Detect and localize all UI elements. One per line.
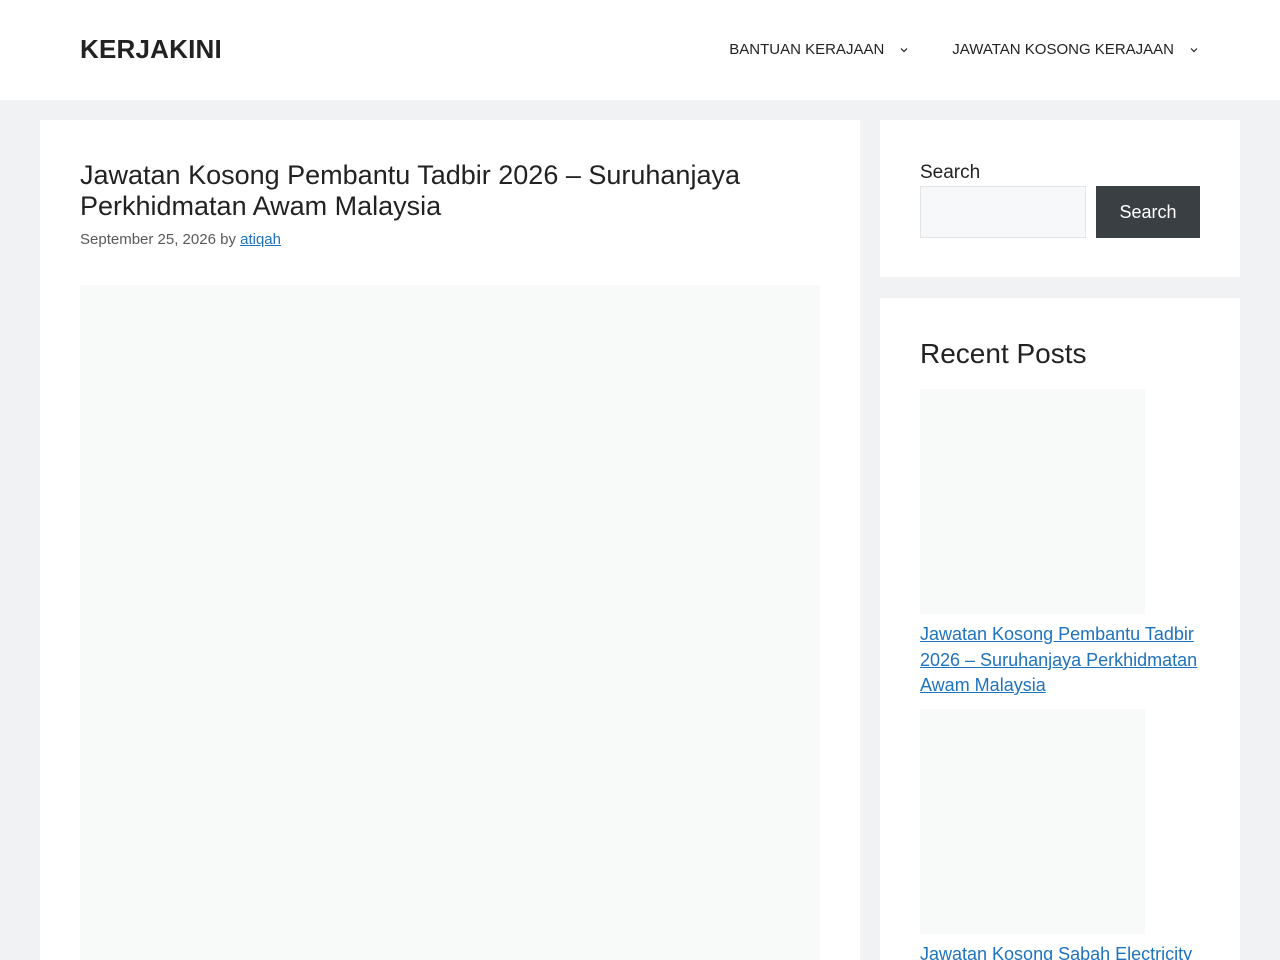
search-button[interactable]: Search (1096, 186, 1200, 238)
site-header: KERJAKINI BANTUAN KERAJAAN JAWATAN KOSON… (0, 0, 1280, 100)
nav-item-label: BANTUAN KERAJAAN (729, 41, 885, 58)
list-item: Jawatan Kosong Sabah Electricity (920, 708, 1205, 960)
recent-posts-list: Jawatan Kosong Pembantu Tadbir 2026 – Su… (920, 389, 1205, 960)
article-title: Jawatan Kosong Pembantu Tadbir 2026 – Su… (80, 160, 740, 221)
site-title[interactable]: KERJAKINI (80, 34, 222, 65)
nav-item-bantuan-kerajaan[interactable]: BANTUAN KERAJAAN (729, 40, 910, 60)
recent-posts-widget: Recent Posts Jawatan Kosong Pembantu Tad… (880, 298, 1240, 960)
chevron-down-icon (1190, 48, 1198, 53)
search-widget: Search Search (880, 120, 1240, 277)
article-meta: September 25, 2026 by atiqah (80, 231, 281, 248)
recent-post-link[interactable]: Jawatan Kosong Sabah Electricity (920, 942, 1205, 960)
chevron-down-icon (900, 48, 908, 53)
byline-text: by (220, 231, 236, 248)
recent-post-link[interactable]: Jawatan Kosong Pembantu Tadbir 2026 – Su… (920, 622, 1205, 699)
search-label: Search (920, 162, 981, 183)
post-thumbnail[interactable] (920, 708, 1145, 934)
post-thumbnail[interactable] (920, 389, 1145, 614)
nav-item-jawatan-kosong-kerajaan[interactable]: JAWATAN KOSONG KERAJAAN (952, 40, 1200, 60)
list-item: Jawatan Kosong Pembantu Tadbir 2026 – Su… (920, 389, 1205, 699)
main-nav: BANTUAN KERAJAAN JAWATAN KOSONG KERAJAAN (687, 40, 1200, 60)
recent-posts-title: Recent Posts (920, 338, 1087, 369)
nav-item-label: JAWATAN KOSONG KERAJAAN (952, 41, 1174, 58)
search-input[interactable] (920, 186, 1086, 238)
author-link[interactable]: atiqah (240, 231, 281, 248)
featured-image (80, 285, 820, 960)
article-card: Jawatan Kosong Pembantu Tadbir 2026 – Su… (40, 120, 860, 960)
article-date: September 25, 2026 (80, 231, 216, 248)
